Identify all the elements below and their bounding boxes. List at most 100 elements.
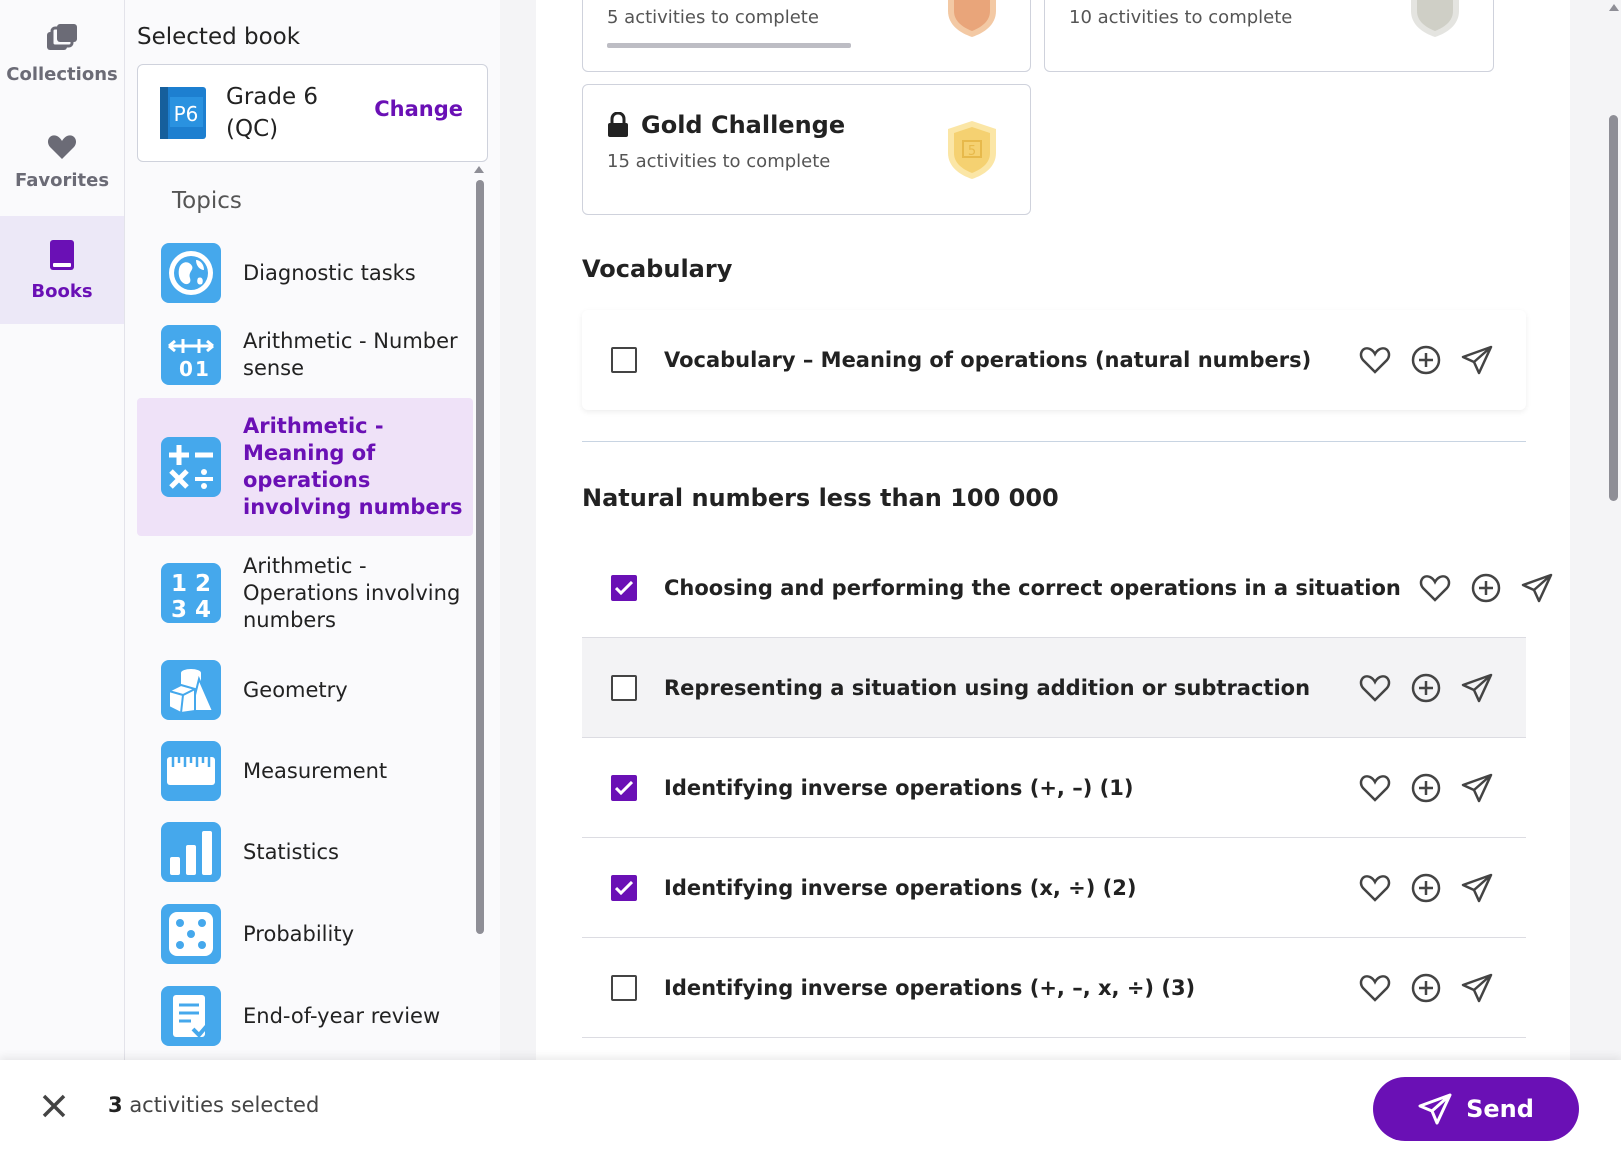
topics-scroll-thumb[interactable]: [476, 180, 484, 934]
activity-checkbox[interactable]: [611, 574, 637, 601]
nav-favorites-label: Favorites: [14, 169, 110, 191]
topics-scrollbar[interactable]: [474, 166, 484, 1060]
badge-number: 5: [968, 144, 976, 159]
favorite-heart-icon[interactable]: [1358, 871, 1392, 905]
add-to-collection-icon[interactable]: [1469, 571, 1503, 605]
selected-count-suffix: activities selected: [129, 1093, 320, 1117]
challenge-subtitle: 5 activities to complete: [607, 7, 819, 28]
topic-label: Measurement: [243, 758, 388, 783]
section-heading-natural-numbers: Natural numbers less than 100 000: [582, 484, 1059, 512]
topic-geometry[interactable]: Geometry: [137, 650, 473, 730]
nav-favorites[interactable]: Favorites: [0, 108, 124, 216]
topic-measurement[interactable]: Measurement: [137, 730, 473, 812]
nav-books[interactable]: Books: [0, 216, 124, 324]
send-paper-plane-icon[interactable]: [1460, 671, 1494, 705]
svg-text:3: 3: [171, 597, 187, 619]
activity-label: Choosing and performing the correct oper…: [664, 575, 1401, 600]
activity-row[interactable]: Identifying inverse operations (+, –, x,…: [582, 938, 1526, 1038]
collections-icon: [47, 23, 77, 50]
section-heading-vocabulary: Vocabulary: [582, 255, 733, 283]
topic-end-of-year-review[interactable]: End-of-year review: [137, 976, 473, 1056]
favorite-heart-icon[interactable]: [1358, 671, 1392, 705]
solids-icon: [161, 660, 221, 720]
activity-label: Identifying inverse operations (+, –) (1…: [664, 775, 1134, 800]
activity-checkbox[interactable]: [611, 974, 637, 1001]
activity-checkbox[interactable]: [611, 674, 637, 701]
book-name: Grade 6 (QC): [226, 84, 319, 142]
topic-operations-involving-numbers[interactable]: 1234 Arithmetic - Operations involving n…: [137, 536, 473, 650]
change-book-button[interactable]: Change: [374, 97, 463, 121]
send-paper-plane-icon[interactable]: [1460, 971, 1494, 1005]
challenge-progress-bar: [607, 43, 851, 48]
topic-statistics[interactable]: Statistics: [137, 812, 473, 892]
operations-icon: [161, 437, 221, 497]
send-paper-plane-icon[interactable]: [1460, 343, 1494, 377]
close-icon[interactable]: [38, 1090, 70, 1122]
send-button[interactable]: Send: [1373, 1077, 1579, 1141]
activity-checkbox[interactable]: [611, 774, 637, 801]
send-paper-plane-icon[interactable]: [1520, 571, 1554, 605]
book-panel: Selected book P6 Grade 6 (QC) Change Top…: [125, 0, 500, 1060]
favorite-heart-icon[interactable]: [1418, 571, 1452, 605]
add-to-collection-icon[interactable]: [1409, 771, 1443, 805]
checkmark-icon: [615, 780, 633, 795]
send-button-label: Send: [1466, 1095, 1534, 1123]
svg-text:1: 1: [195, 357, 209, 380]
topic-probability[interactable]: Probability: [137, 892, 473, 976]
lock-icon: [608, 112, 628, 137]
topic-label: Statistics: [243, 839, 339, 864]
selected-count: 3: [108, 1093, 123, 1117]
activity-row[interactable]: Representing a situation using addition …: [582, 638, 1526, 738]
checklist-icon: [161, 986, 221, 1046]
topic-number-sense[interactable]: 01 Arithmetic - Number sense: [137, 312, 473, 398]
activity-row[interactable]: Vocabulary – Meaning of operations (natu…: [582, 310, 1526, 410]
gold-challenge-card[interactable]: Gold Challenge 15 activities to complete…: [582, 84, 1031, 215]
main-scroll-up-arrow[interactable]: [1609, 4, 1619, 11]
main-scrollbar[interactable]: [1606, 0, 1621, 1060]
topic-label: Arithmetic - Number sense: [243, 329, 458, 380]
topic-label: Diagnostic tasks: [243, 260, 416, 285]
topic-label: Arithmetic - Operations involving number…: [243, 553, 461, 632]
number-line-icon: 01: [161, 325, 221, 385]
book-icon: [50, 239, 74, 270]
activity-label: Vocabulary – Meaning of operations (natu…: [664, 348, 1312, 372]
main-content: 5 activities to complete 10 activities t…: [536, 0, 1570, 1060]
nav-rail: Collections Favorites Books: [0, 0, 125, 1060]
activity-label: Identifying inverse operations (x, ÷) (2…: [664, 875, 1137, 900]
activity-checkbox[interactable]: [611, 874, 637, 901]
selection-bar: 3 activities selected Send: [0, 1060, 1621, 1154]
send-paper-plane-icon[interactable]: [1460, 871, 1494, 905]
silver-challenge-card[interactable]: 10 activities to complete: [1044, 0, 1494, 72]
bar-chart-icon: [161, 822, 221, 882]
activity-row[interactable]: Identifying inverse operations (+, –) (1…: [582, 738, 1526, 838]
svg-text:2: 2: [195, 571, 211, 597]
activity-checkbox[interactable]: [611, 347, 637, 373]
activity-row[interactable]: Choosing and performing the correct oper…: [582, 538, 1553, 638]
selected-book-card: P6 Grade 6 (QC) Change: [137, 64, 488, 162]
svg-text:0: 0: [179, 357, 193, 380]
nav-collections[interactable]: Collections: [0, 0, 124, 108]
favorite-heart-icon[interactable]: [1358, 343, 1392, 377]
checkmark-icon: [615, 580, 633, 595]
selected-count-text: 3 activities selected: [108, 1093, 319, 1117]
add-to-collection-icon[interactable]: [1409, 971, 1443, 1005]
favorite-heart-icon[interactable]: [1358, 971, 1392, 1005]
svg-text:1: 1: [171, 571, 187, 597]
topic-diagnostic[interactable]: Diagnostic tasks: [137, 234, 473, 312]
activity-row[interactable]: Identifying inverse operations (x, ÷) (2…: [582, 838, 1526, 938]
bronze-challenge-card[interactable]: 5 activities to complete: [582, 0, 1031, 72]
gold-badge-icon: 5: [948, 121, 996, 179]
topic-label: End-of-year review: [243, 1003, 441, 1028]
activity-label: Representing a situation using addition …: [664, 675, 1311, 700]
activity-label: Identifying inverse operations (+, –, x,…: [664, 975, 1196, 1000]
send-paper-plane-icon[interactable]: [1460, 771, 1494, 805]
add-to-collection-icon[interactable]: [1409, 671, 1443, 705]
challenge-subtitle: 15 activities to complete: [607, 151, 831, 172]
add-to-collection-icon[interactable]: [1409, 343, 1443, 377]
nav-books-label: Books: [31, 280, 93, 302]
topic-meaning-of-operations[interactable]: Arithmetic - Meaning of operations invol…: [137, 398, 473, 536]
scroll-up-arrow[interactable]: [474, 166, 484, 173]
main-scroll-thumb[interactable]: [1609, 115, 1618, 501]
add-to-collection-icon[interactable]: [1409, 871, 1443, 905]
favorite-heart-icon[interactable]: [1358, 771, 1392, 805]
